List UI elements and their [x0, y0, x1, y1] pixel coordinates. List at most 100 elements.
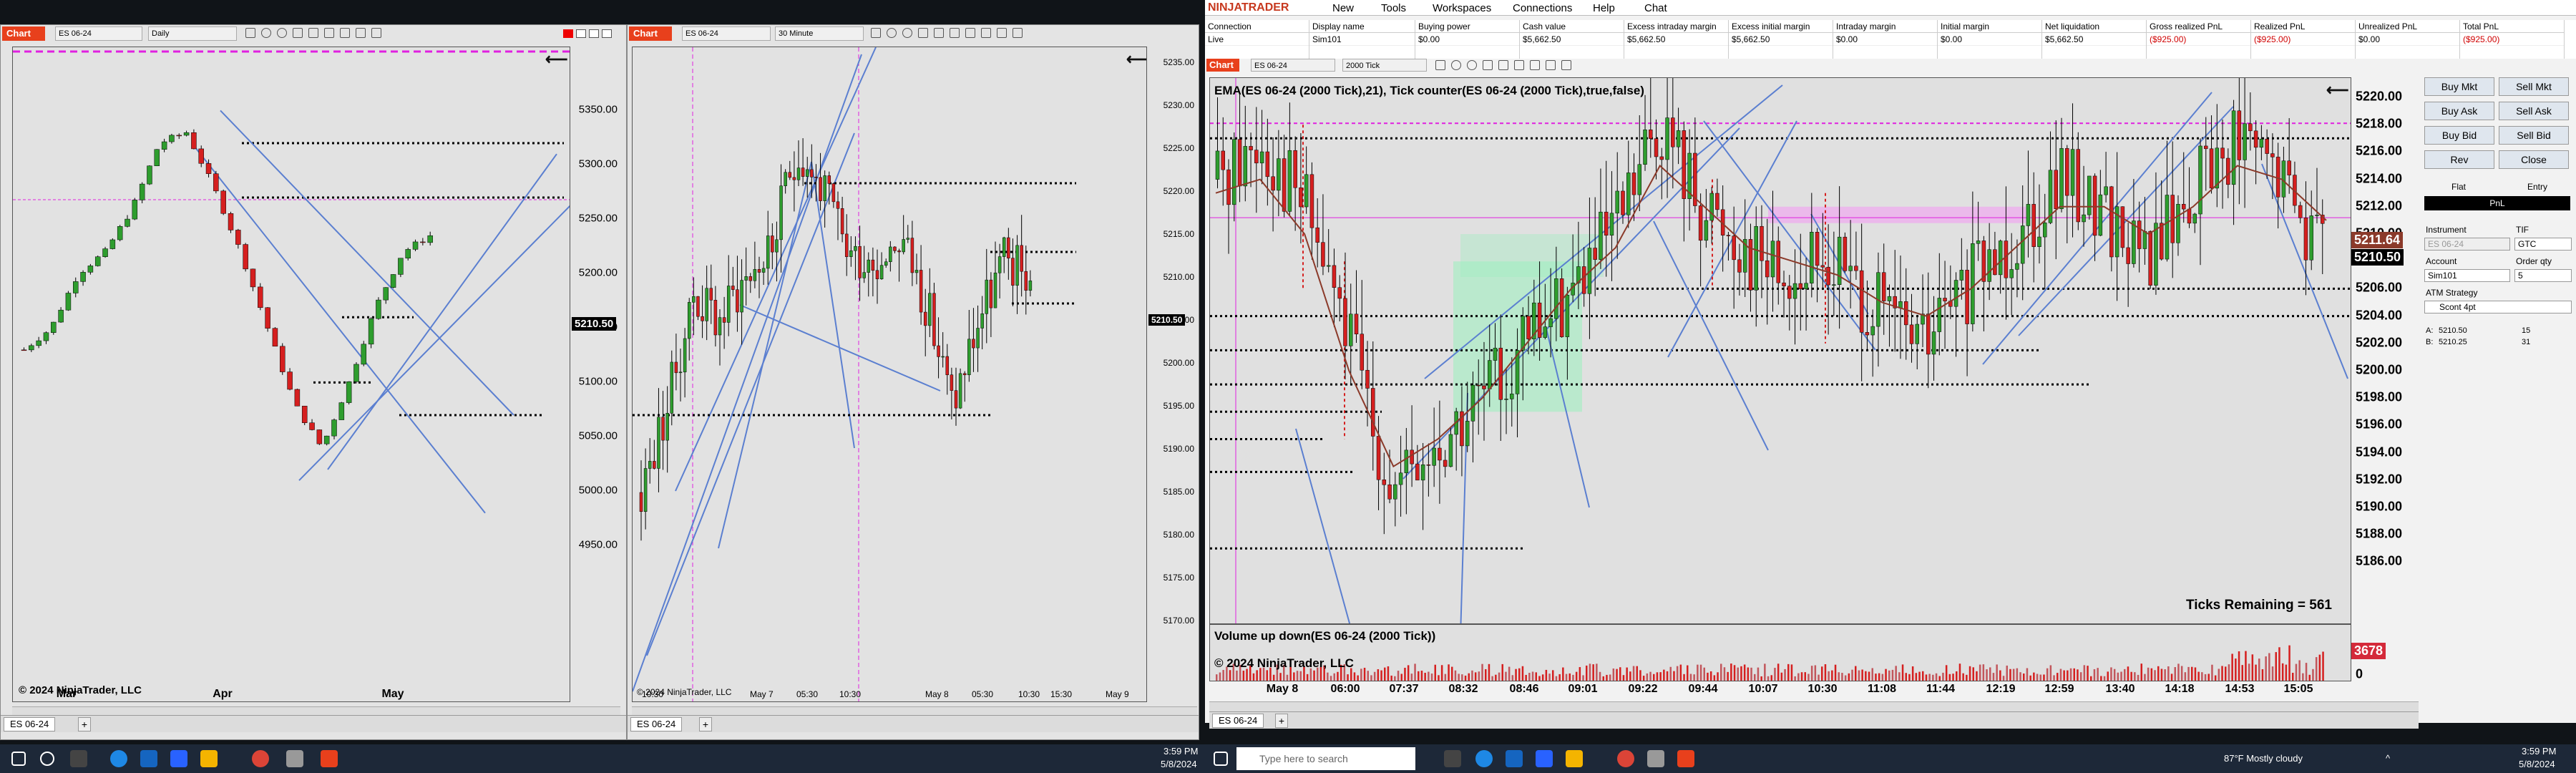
drawing-tool-icon[interactable] [324, 28, 334, 38]
instrument-selector[interactable]: ES 06-24 [55, 26, 142, 41]
tab-es-06-24[interactable]: ES 06-24 [630, 717, 683, 731]
edge-browser-icon[interactable] [110, 750, 127, 767]
minimize-icon[interactable] [602, 29, 612, 38]
buy-ask-button[interactable]: Buy Ask [2424, 102, 2494, 120]
menu-new[interactable]: New [1332, 2, 1354, 14]
close-window-icon[interactable] [563, 29, 573, 38]
file-explorer-icon[interactable] [200, 750, 218, 767]
add-tab-button[interactable]: + [699, 717, 712, 731]
cursor-icon[interactable] [1451, 60, 1461, 70]
reverse-button[interactable]: Rev [2424, 150, 2494, 169]
buy-market-button[interactable]: Buy Mkt [2424, 77, 2494, 96]
strategy-icon[interactable] [340, 28, 350, 38]
app-icon[interactable] [286, 750, 303, 767]
menu-chat[interactable]: Chat [1644, 2, 1667, 14]
period-selector[interactable]: 2000 Tick [1342, 59, 1427, 72]
app-icon[interactable] [1647, 750, 1664, 767]
bars-icon[interactable] [245, 28, 255, 38]
menu-tools[interactable]: Tools [1381, 2, 1406, 14]
strategy-icon[interactable] [965, 28, 975, 38]
indicator-icon[interactable] [293, 28, 303, 38]
tray-chevron-icon[interactable]: ^ [2386, 753, 2390, 764]
clock-time[interactable]: 3:59 PM [2522, 746, 2556, 757]
search-icon[interactable] [40, 752, 54, 766]
cursor-icon[interactable] [887, 28, 897, 38]
crosshair-icon[interactable] [1498, 60, 1508, 70]
tab-es-06-24[interactable]: ES 06-24 [4, 717, 56, 731]
price-axis[interactable]: 5235.00 5230.00 5225.00 5220.00 5215.00 5210.… [1147, 47, 1197, 702]
instrument-selector[interactable]: ES 06-24 [682, 26, 771, 41]
menu-help[interactable]: Help [1593, 2, 1615, 14]
chart-trader-icon[interactable] [1546, 60, 1556, 70]
volume-panel[interactable]: Volume up down(ES 06-24 (2000 Tick)) © 2… [1209, 624, 2351, 681]
instrument-field[interactable]: ES 06-24 [2424, 238, 2510, 251]
mail-icon[interactable] [170, 750, 187, 767]
period-selector[interactable]: Daily [148, 26, 237, 41]
tab-es-06-24[interactable]: ES 06-24 [1212, 714, 1264, 728]
template-icon[interactable] [1013, 28, 1023, 38]
tif-select[interactable]: GTC [2514, 238, 2572, 251]
strategy-icon[interactable] [1530, 60, 1540, 70]
clock-date[interactable]: 5/8/2024 [2519, 759, 2555, 769]
maximize-icon[interactable] [576, 29, 586, 38]
weather-widget[interactable]: 87°F Mostly cloudy [2224, 753, 2303, 764]
scroll-back-icon[interactable]: ⟵ [2326, 81, 2349, 99]
buy-bid-button[interactable]: Buy Bid [2424, 126, 2494, 145]
period-selector[interactable]: 30 Minute [775, 26, 864, 41]
store-icon[interactable] [1506, 750, 1523, 767]
zoom-icon[interactable] [277, 28, 287, 38]
sell-ask-button[interactable]: Sell Ask [2499, 102, 2569, 120]
horizontal-scrollbar[interactable] [1209, 701, 2419, 711]
properties-icon[interactable] [371, 28, 381, 38]
windows-start-icon[interactable] [1214, 752, 1228, 766]
account-select[interactable]: Sim101 [2424, 269, 2510, 282]
quantity-stepper[interactable]: 5 [2514, 269, 2572, 282]
cursor-icon[interactable] [261, 28, 271, 38]
sell-market-button[interactable]: Sell Mkt [2499, 77, 2569, 96]
crosshair-icon[interactable] [308, 28, 318, 38]
add-tab-button[interactable]: + [78, 717, 91, 731]
task-view-icon[interactable] [1444, 750, 1461, 767]
windows-start-icon[interactable] [11, 752, 26, 766]
store-icon[interactable] [140, 750, 157, 767]
crosshair-icon[interactable] [934, 28, 944, 38]
atm-strategy-select[interactable]: Scont 4pt [2424, 301, 2572, 313]
daily-price-panel[interactable]: ⟵ © 2024 NinjaTrader, LLC [12, 47, 570, 702]
close-position-button[interactable]: Close [2499, 150, 2569, 169]
instrument-selector[interactable]: ES 06-24 [1251, 59, 1335, 72]
drawing-tool-icon[interactable] [1514, 60, 1524, 70]
chart-trader-icon[interactable] [356, 28, 366, 38]
edge-browser-icon[interactable] [1475, 750, 1493, 767]
price-axis[interactable]: 5350.005300.005250.005200.005150.005100.… [570, 47, 620, 702]
properties-icon[interactable] [1561, 60, 1571, 70]
zoom-icon[interactable] [902, 28, 912, 38]
add-tab-button[interactable]: + [1275, 714, 1288, 728]
clock-time[interactable]: 3:59 PM [1163, 746, 1198, 757]
chart-trader-icon[interactable] [981, 28, 991, 38]
chrome-icon[interactable] [252, 750, 269, 767]
scroll-back-icon[interactable]: ⟵ [545, 50, 568, 69]
menu-workspaces[interactable]: Workspaces [1433, 2, 1491, 14]
clock-date[interactable]: 5/8/2024 [1161, 759, 1197, 769]
indicator-icon[interactable] [918, 28, 928, 38]
ninjatrader-icon[interactable] [1677, 750, 1694, 767]
search-input[interactable]: Type here to search [1236, 747, 1415, 770]
sell-bid-button[interactable]: Sell Bid [2499, 126, 2569, 145]
task-view-icon[interactable] [70, 750, 87, 767]
mail-icon[interactable] [1536, 750, 1553, 767]
properties-icon[interactable] [997, 28, 1007, 38]
restore-icon[interactable] [589, 29, 599, 38]
file-explorer-icon[interactable] [1566, 750, 1583, 767]
price-axis[interactable]: 5220.00 5218.00 5216.00 5214.00 5212.00 5210.… [2351, 77, 2404, 681]
tick-price-panel[interactable]: EMA(ES 06-24 (2000 Tick),21), Tick count… [1209, 77, 2351, 624]
bars-icon[interactable] [871, 28, 881, 38]
ninjatrader-icon[interactable] [321, 750, 338, 767]
indicator-icon[interactable] [1483, 60, 1493, 70]
intraday-price-panel[interactable]: ⟵ © 2024 NinjaTrader, LLC [632, 47, 1147, 702]
drawing-tool-icon[interactable] [950, 28, 960, 38]
zoom-icon[interactable] [1467, 60, 1477, 70]
chrome-icon[interactable] [1617, 750, 1634, 767]
scroll-back-icon[interactable]: ⟵ [1126, 50, 1146, 69]
menu-connections[interactable]: Connections [1513, 2, 1572, 14]
bars-icon[interactable] [1435, 60, 1445, 70]
